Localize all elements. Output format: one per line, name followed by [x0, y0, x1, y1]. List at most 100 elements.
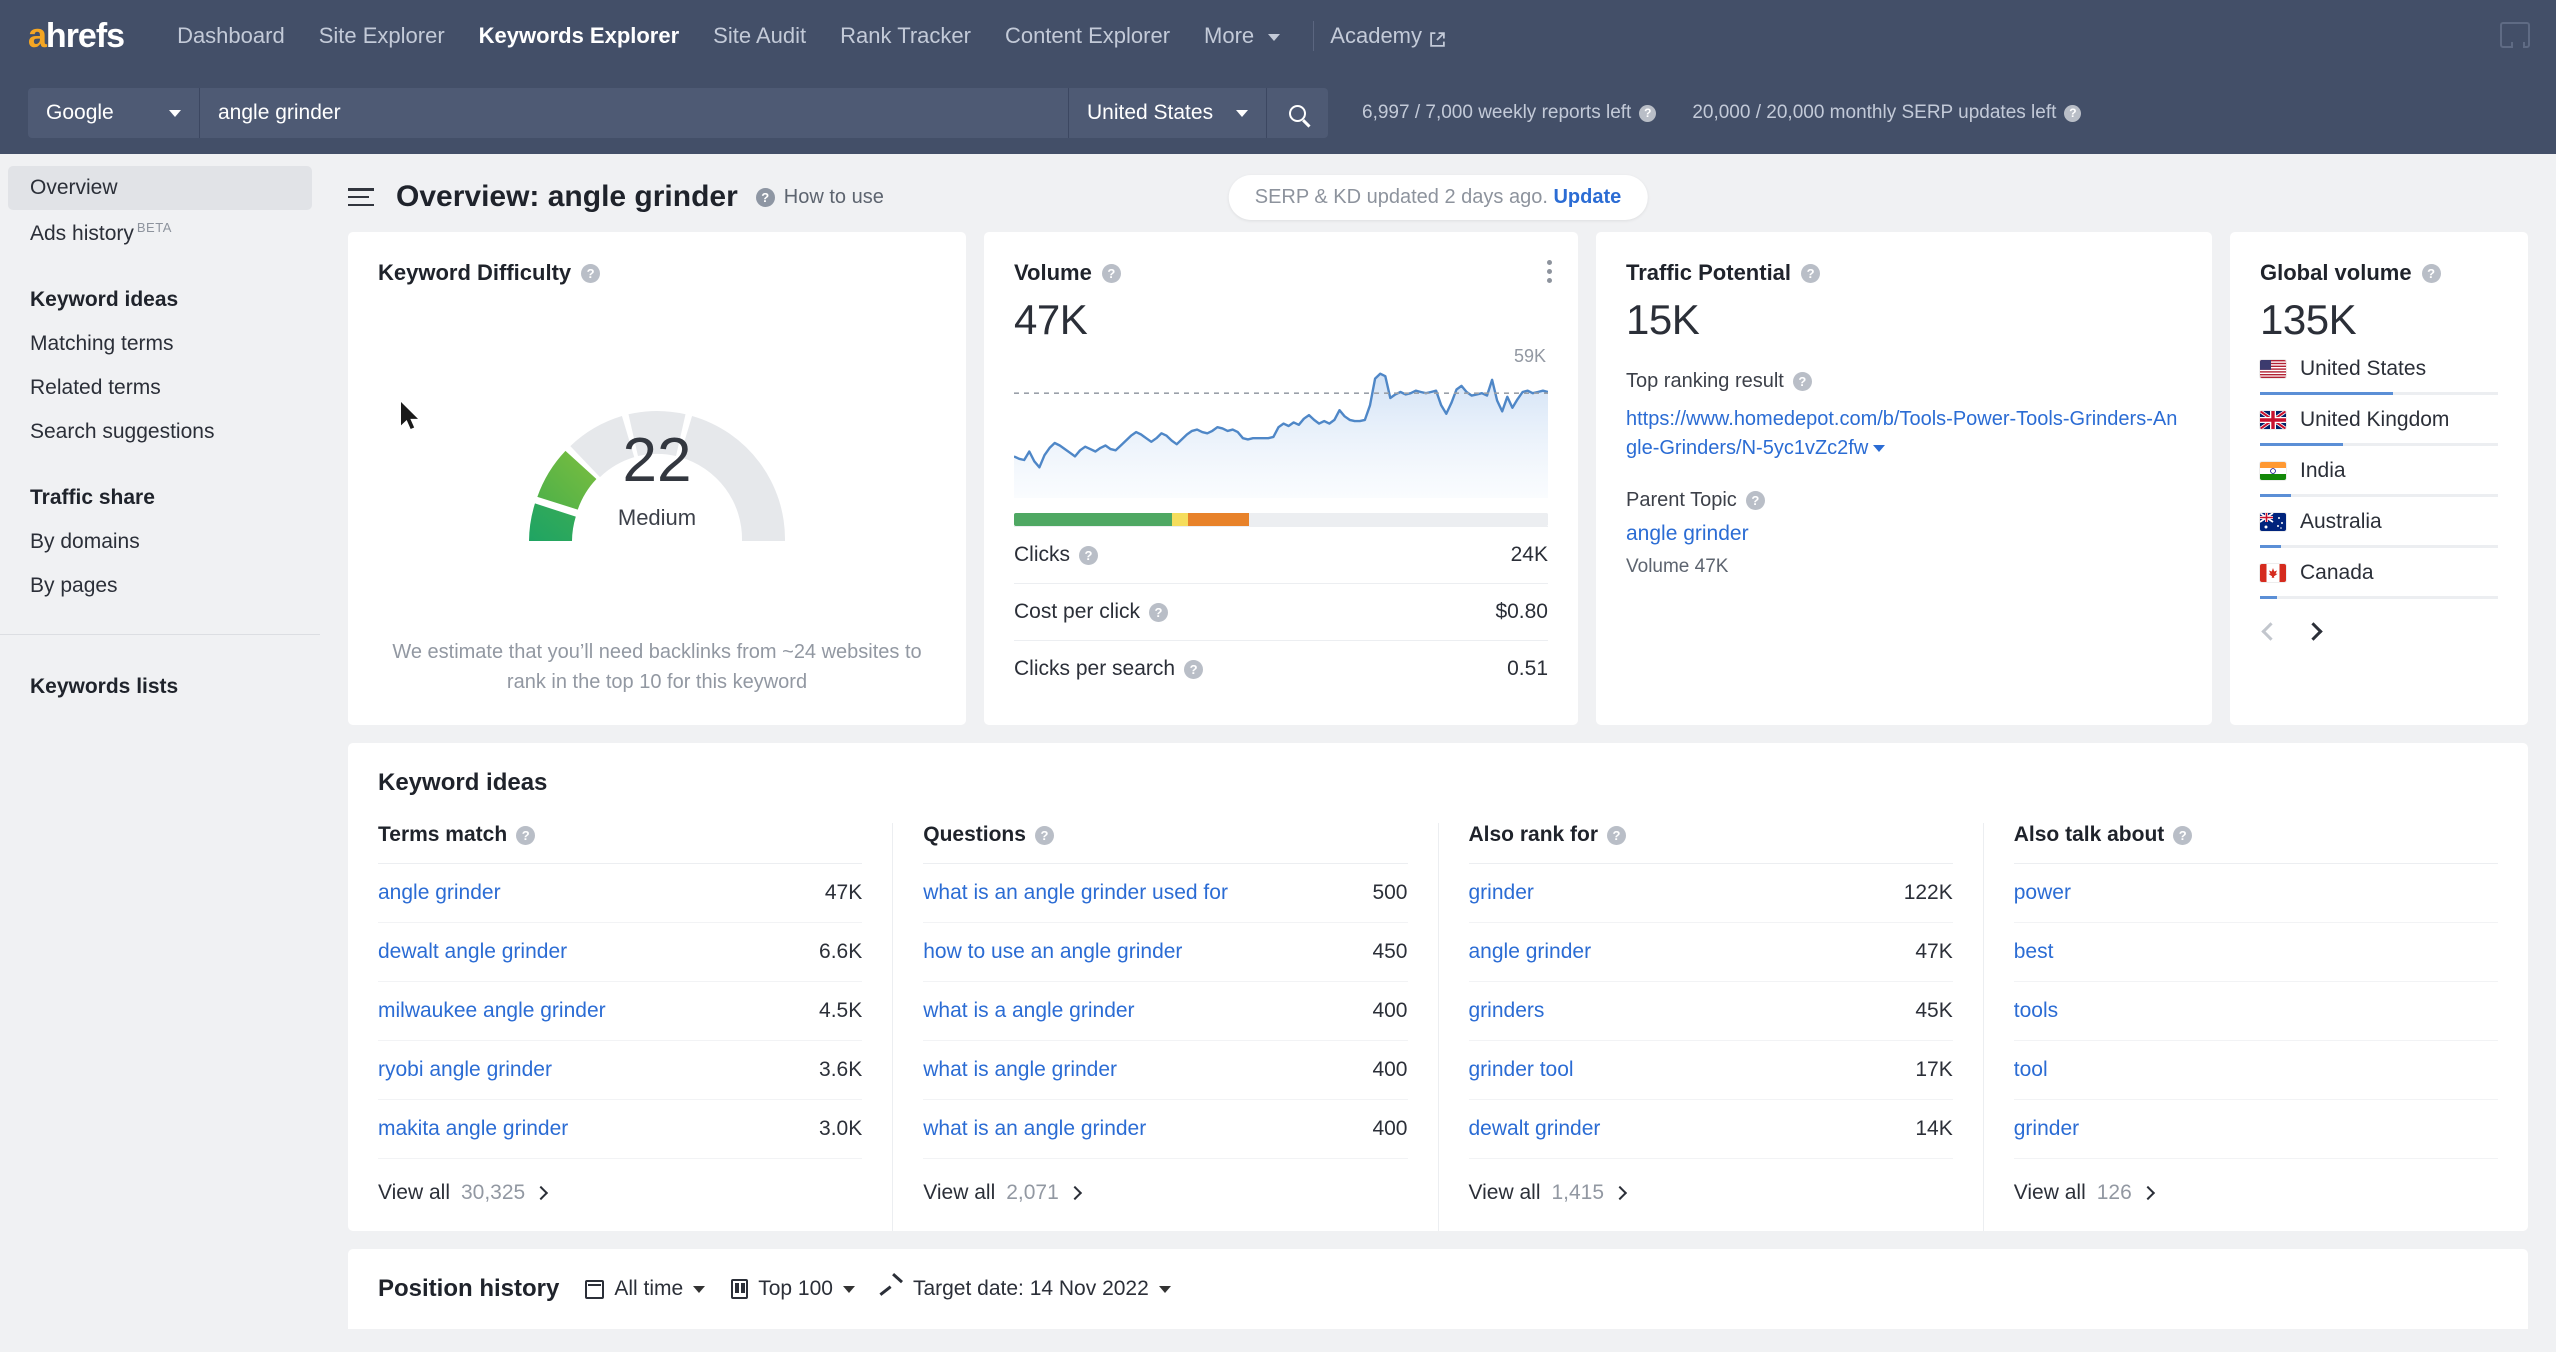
view-all-link[interactable]: View all 30,325: [378, 1159, 862, 1231]
help-icon[interactable]: ?: [516, 825, 536, 845]
nav-site-explorer[interactable]: Site Explorer: [302, 23, 462, 49]
keyword-link[interactable]: angle grinder: [378, 881, 501, 905]
sidebar-item-keywords-lists[interactable]: Keywords lists: [0, 665, 320, 709]
help-icon[interactable]: ?: [1792, 372, 1812, 391]
help-icon[interactable]: ?: [2421, 263, 2441, 283]
browser-window-icon[interactable]: [2500, 22, 2530, 48]
position-history-top-filter[interactable]: Top 100: [731, 1277, 855, 1301]
help-icon[interactable]: ?: [2064, 104, 2082, 122]
chevron-down-icon[interactable]: [1873, 445, 1886, 453]
keyword-link[interactable]: how to use an angle grinder: [923, 940, 1182, 964]
country-row[interactable]: United States: [2260, 344, 2498, 381]
keyword-link[interactable]: what is angle grinder: [923, 1058, 1117, 1082]
keyword-link[interactable]: tool: [2014, 1058, 2048, 1082]
keyword-link[interactable]: makita angle grinder: [378, 1117, 568, 1141]
card-title-label: Volume: [1014, 260, 1092, 285]
sidebar-item-overview[interactable]: Overview: [8, 166, 312, 210]
update-button[interactable]: Update: [1553, 186, 1621, 208]
keyword-link[interactable]: dewalt grinder: [1469, 1117, 1601, 1141]
global-volume-country-list: United States United Kingdom India Australi…: [2260, 344, 2498, 599]
how-to-use-link[interactable]: ? How to use: [755, 186, 884, 209]
keyword-link[interactable]: grinder: [2014, 1117, 2079, 1141]
global-volume-country-row[interactable]: Australia: [2260, 497, 2498, 548]
help-icon[interactable]: ?: [1801, 263, 1821, 283]
keyword-link[interactable]: grinder: [1469, 881, 1534, 905]
keyword-link[interactable]: dewalt angle grinder: [378, 940, 567, 964]
country-row[interactable]: Canada: [2260, 548, 2498, 585]
column-header-label: Questions: [923, 823, 1026, 846]
help-icon[interactable]: ?: [1149, 602, 1169, 622]
country-row[interactable]: United Kingdom: [2260, 395, 2498, 432]
view-all-label: View all: [378, 1181, 450, 1204]
keyword-difficulty-label: Medium: [617, 504, 697, 530]
search-engine-select[interactable]: Google: [28, 88, 200, 138]
country-select[interactable]: United States: [1068, 88, 1266, 138]
sidebar-item-by-pages[interactable]: By pages: [8, 564, 312, 608]
keyword-link[interactable]: best: [2014, 940, 2054, 964]
nav-more-label: More: [1204, 23, 1255, 48]
nav-keywords-explorer[interactable]: Keywords Explorer: [462, 23, 697, 49]
keyword-row: grinders 45K: [1468, 982, 1953, 1041]
nav-dashboard[interactable]: Dashboard: [160, 23, 302, 49]
sidebar-item-by-domains[interactable]: By domains: [8, 520, 312, 564]
sidebar-item-matching-terms[interactable]: Matching terms: [8, 322, 312, 366]
country-row[interactable]: India: [2260, 446, 2498, 483]
view-all-link[interactable]: View all 126: [2014, 1159, 2498, 1231]
position-history-date-filter[interactable]: All time: [585, 1277, 706, 1301]
nav-academy[interactable]: Academy: [1330, 23, 1446, 49]
position-history-target-date[interactable]: Target date: 14 Nov 2022: [881, 1277, 1171, 1301]
help-icon[interactable]: ?: [1607, 825, 1627, 845]
help-icon[interactable]: ?: [581, 263, 601, 283]
help-icon[interactable]: ?: [2173, 825, 2193, 845]
chevron-left-icon[interactable]: [2261, 622, 2280, 641]
global-volume-country-row[interactable]: United States: [2260, 344, 2498, 395]
keyword-link[interactable]: angle grinder: [1469, 940, 1592, 964]
keyword-link[interactable]: milwaukee angle grinder: [378, 999, 606, 1023]
sidebar-item-related-terms[interactable]: Related terms: [8, 366, 312, 410]
nav-content-explorer[interactable]: Content Explorer: [988, 23, 1187, 49]
keyword-link[interactable]: ryobi angle grinder: [378, 1058, 552, 1082]
keyword-link[interactable]: grinder tool: [1469, 1058, 1574, 1082]
search-button[interactable]: [1266, 88, 1328, 138]
global-volume-country-row[interactable]: United Kingdom: [2260, 395, 2498, 446]
keyword-link[interactable]: tools: [2014, 999, 2058, 1023]
top-ranking-result-url[interactable]: https://www.homedepot.com/b/Tools-Power-…: [1626, 405, 2182, 463]
sidebar-item-label: Ads history: [30, 222, 134, 245]
keyword-volume: 45K: [1915, 999, 1953, 1022]
parent-topic-value[interactable]: angle grinder: [1626, 522, 2182, 546]
keyword-row: dewalt angle grinder 6.6K: [378, 923, 863, 982]
global-volume-country-row[interactable]: India: [2260, 446, 2498, 497]
sidebar-item-ads-history[interactable]: Ads history BETA: [8, 210, 312, 256]
volume-more-options-icon[interactable]: [1547, 260, 1552, 283]
chevron-right-icon: [2140, 1185, 2155, 1201]
keyword-input[interactable]: [200, 88, 1068, 138]
menu-toggle-icon[interactable]: [348, 188, 374, 206]
keyword-link[interactable]: grinders: [1469, 999, 1545, 1023]
global-volume-country-row[interactable]: Canada: [2260, 548, 2498, 599]
help-icon[interactable]: ?: [1745, 491, 1765, 510]
view-all-link[interactable]: View all 1,415: [1469, 1159, 1953, 1231]
help-icon[interactable]: ?: [1034, 825, 1054, 845]
keyword-link[interactable]: what is a angle grinder: [923, 999, 1134, 1023]
ahrefs-logo[interactable]: a hrefs: [28, 17, 125, 56]
nav-site-audit[interactable]: Site Audit: [696, 23, 823, 49]
view-all-link[interactable]: View all 2,071: [923, 1159, 1407, 1231]
keyword-volume: 47K: [1915, 940, 1953, 963]
sidebar: Overview Ads history BETA Keyword ideas M…: [0, 154, 320, 1352]
keyword-link[interactable]: what is an angle grinder: [923, 1117, 1146, 1141]
calendar-icon: [585, 1279, 605, 1299]
keyword-link[interactable]: power: [2014, 881, 2071, 905]
top-filter-label: Top 100: [758, 1277, 833, 1300]
help-icon[interactable]: ?: [1101, 263, 1121, 283]
help-icon[interactable]: ?: [1639, 104, 1657, 122]
search-icon: [1289, 104, 1306, 122]
sidebar-item-search-suggestions[interactable]: Search suggestions: [8, 410, 312, 454]
help-icon[interactable]: ?: [1184, 659, 1204, 679]
country-row[interactable]: Australia: [2260, 497, 2498, 534]
nav-rank-tracker[interactable]: Rank Tracker: [823, 23, 988, 49]
keyword-link[interactable]: what is an angle grinder used for: [923, 881, 1228, 905]
keyword-row: dewalt grinder 14K: [1468, 1100, 1953, 1159]
help-icon[interactable]: ?: [1079, 545, 1098, 565]
chevron-right-icon[interactable]: [2304, 622, 2323, 641]
nav-more[interactable]: More: [1187, 23, 1297, 49]
